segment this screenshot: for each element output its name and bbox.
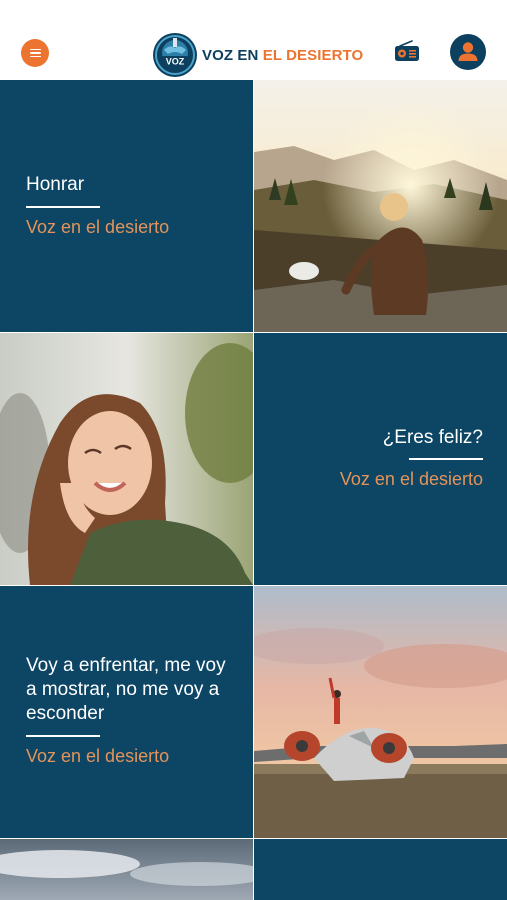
post-title: Voy a enfrentar, me voy a mostrar, no me…	[26, 655, 226, 724]
title-divider	[26, 206, 100, 208]
post-image-2[interactable]	[0, 333, 253, 585]
post-card-3[interactable]: Voy a enfrentar, me voy a mostrar, no me…	[0, 586, 253, 838]
logo-badge-icon: VOZ	[153, 33, 197, 77]
mountain-sunset-photo	[254, 80, 507, 332]
menu-button[interactable]	[21, 39, 49, 67]
title-divider	[26, 735, 100, 737]
title-divider	[409, 458, 483, 460]
airplane-photo	[254, 586, 507, 838]
user-icon	[458, 42, 478, 61]
post-title: ¿Eres feliz?	[382, 427, 483, 448]
post-card-1[interactable]: Honrar Voz en el desierto	[0, 80, 253, 332]
post-subtitle: Voz en el desierto	[26, 217, 170, 237]
profile-button[interactable]	[450, 34, 486, 70]
post-image-4[interactable]	[0, 839, 253, 900]
smiling-woman-photo	[0, 333, 253, 585]
post-subtitle: Voz en el desierto	[339, 469, 483, 489]
cloudy-sky-photo	[0, 839, 253, 900]
post-card-4[interactable]	[254, 839, 507, 900]
logo-badge-text: VOZ	[166, 57, 185, 67]
post-grid: Honrar Voz en el desierto ¿Eres feliz? V…	[0, 80, 507, 900]
post-title: Honrar	[26, 174, 85, 195]
hamburger-icon	[29, 48, 41, 51]
radio-icon[interactable]	[394, 40, 420, 62]
app-logo[interactable]: VOZ VOZ EN EL DESIERTO	[152, 32, 363, 78]
post-subtitle: Voz en el desierto	[26, 746, 170, 766]
post-image-3[interactable]	[254, 586, 507, 838]
logo-text: VOZ EN EL DESIERTO	[202, 46, 364, 64]
app-header: VOZ VOZ EN EL DESIERTO	[0, 0, 507, 80]
post-card-2[interactable]: ¿Eres feliz? Voz en el desierto	[254, 333, 507, 585]
post-image-1[interactable]	[254, 80, 507, 332]
